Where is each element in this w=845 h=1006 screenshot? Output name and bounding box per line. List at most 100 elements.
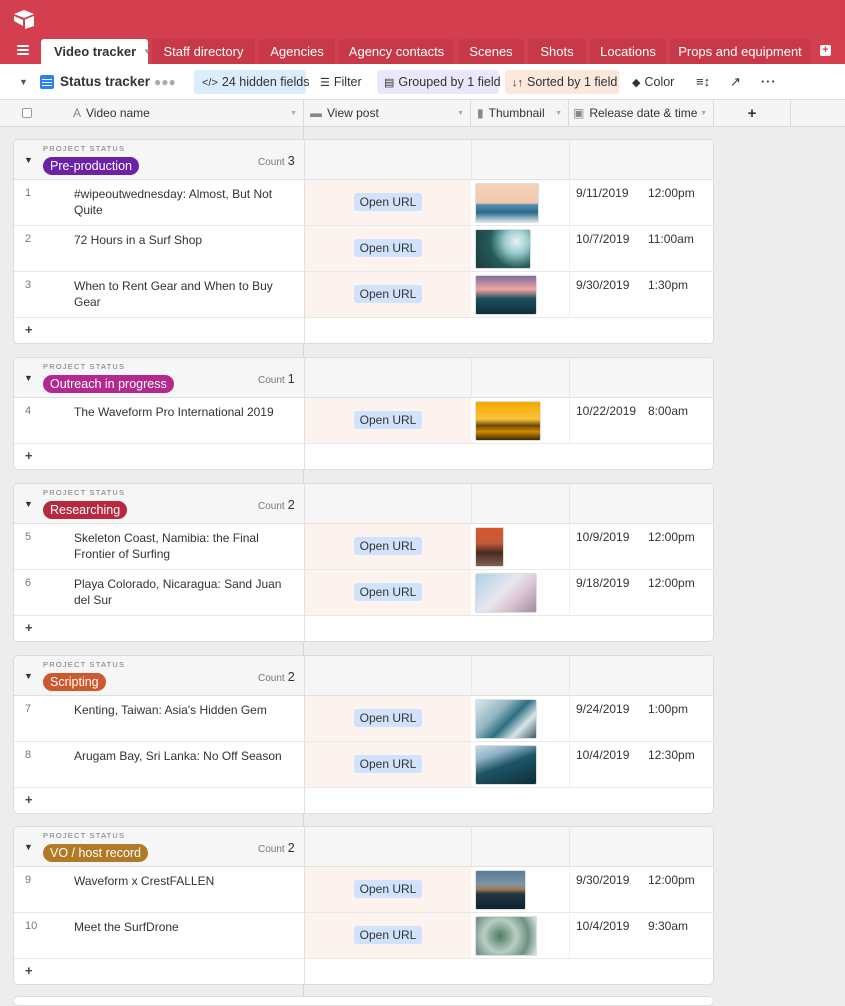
table-row[interactable]: 3 When to Rent Gear and When to Buy Gear… [14, 272, 713, 318]
open-url-button[interactable]: Open URL [354, 755, 422, 773]
thumbnail-image[interactable] [475, 275, 537, 315]
chevron-down-icon[interactable]: ▼ [457, 100, 464, 127]
thumbnail-image[interactable] [475, 527, 504, 567]
release-date: 9/30/2019 [576, 278, 630, 292]
row-height-icon[interactable]: ≡↕ [696, 70, 710, 94]
open-url-button[interactable]: Open URL [354, 537, 422, 555]
group-header: ▼ PROJECT STATUS Outreach in progress Co… [14, 358, 713, 398]
tab-staff-directory[interactable]: Staff directory [152, 39, 255, 64]
video-name-cell[interactable]: 72 Hours in a Surf Shop [74, 232, 298, 248]
row-number: 2 [25, 233, 32, 245]
video-name-cell[interactable]: When to Rent Gear and When to Buy Gear [74, 278, 298, 310]
collapse-group-icon[interactable]: ▼ [24, 671, 33, 681]
color-button[interactable]: ◆ Color [632, 70, 674, 94]
tab-agency-contacts[interactable]: Agency contacts [339, 39, 454, 64]
tab-video-tracker[interactable]: Video tracker ▼ [41, 39, 151, 64]
add-record-button[interactable]: + [25, 792, 33, 807]
collapse-group-icon[interactable]: ▼ [24, 373, 33, 383]
view-name[interactable]: Status tracker [60, 70, 150, 94]
video-name-cell[interactable]: #wipeoutwednesday: Almost, But Not Quite [74, 186, 298, 218]
group-header: ▼ PROJECT STATUS VO / host record Count 2 [14, 827, 713, 867]
table-row[interactable]: 10 Meet the SurfDrone Open URL 10/4/2019… [14, 913, 713, 959]
video-name-cell[interactable]: The Waveform Pro International 2019 [74, 404, 298, 420]
hidden-fields-button[interactable]: </> 24 hidden fields [194, 70, 309, 94]
add-record-button[interactable]: + [25, 963, 33, 978]
table-row[interactable]: 2 72 Hours in a Surf Shop Open URL 10/7/… [14, 226, 713, 272]
filter-button[interactable]: ☰ Filter [320, 70, 362, 94]
tab-shots[interactable]: Shots [528, 39, 586, 64]
sort-button[interactable]: ↓↑ Sorted by 1 field [505, 70, 619, 94]
share-view-icon[interactable]: ↗ [730, 70, 741, 94]
table-row[interactable]: 8 Arugam Bay, Sri Lanka: No Off Season O… [14, 742, 713, 788]
table-row[interactable]: 7 Kenting, Taiwan: Asia's Hidden Gem Ope… [14, 696, 713, 742]
add-table-icon[interactable]: + [820, 45, 831, 56]
video-name-cell[interactable]: Playa Colorado, Nicaragua: Sand Juan del… [74, 576, 298, 608]
view-post-cell: Open URL [304, 524, 471, 569]
video-name-cell[interactable]: Waveform x CrestFALLEN [74, 873, 298, 889]
thumbnail-image[interactable] [475, 870, 526, 910]
release-time: 8:00am [648, 404, 689, 418]
view-post-cell: Open URL [304, 696, 471, 741]
add-record-button[interactable]: + [25, 322, 33, 337]
open-url-button[interactable]: Open URL [354, 285, 422, 303]
group-header: ▼ PROJECT STATUS Pre-production Count 3 [14, 140, 713, 180]
collapse-group-icon[interactable]: ▼ [24, 155, 33, 165]
chevron-down-icon[interactable]: ▼ [290, 100, 297, 127]
add-field-button[interactable]: + [714, 100, 791, 127]
table-row[interactable]: 9 Waveform x CrestFALLEN Open URL 9/30/2… [14, 867, 713, 913]
row-number: 8 [25, 749, 32, 761]
collapse-group-icon[interactable]: ▼ [24, 842, 33, 852]
collaborative-view-icon[interactable]: ●●● [154, 70, 176, 94]
tab-locations[interactable]: Locations [590, 39, 666, 64]
column-release-date[interactable]: ▣ Release date & time ▼ [569, 100, 714, 127]
table-row[interactable]: 4 The Waveform Pro International 2019 Op… [14, 398, 713, 444]
video-name-cell[interactable]: Skeleton Coast, Namibia: the Final Front… [74, 530, 298, 562]
video-name-cell[interactable]: Arugam Bay, Sri Lanka: No Off Season [74, 748, 298, 764]
group-field-label: PROJECT STATUS [43, 660, 126, 669]
thumbnail-image[interactable] [475, 745, 537, 785]
thumbnail-image[interactable] [475, 916, 537, 956]
table-row[interactable]: 5 Skeleton Coast, Namibia: the Final Fro… [14, 524, 713, 570]
add-record-button[interactable]: + [25, 620, 33, 635]
view-post-cell: Open URL [304, 226, 471, 271]
more-options-icon[interactable]: ··· [761, 70, 777, 94]
view-switcher-caret-icon[interactable]: ▼ [19, 70, 28, 94]
menu-icon[interactable] [17, 45, 29, 57]
collapse-group-icon[interactable]: ▼ [24, 499, 33, 509]
open-url-button[interactable]: Open URL [354, 411, 422, 429]
chevron-down-icon[interactable]: ▼ [700, 100, 707, 127]
table-row[interactable]: 6 Playa Colorado, Nicaragua: Sand Juan d… [14, 570, 713, 616]
group-header: ▼ PROJECT STATUS Researching Count 2 [14, 484, 713, 524]
add-record-button[interactable]: + [25, 448, 33, 463]
video-name-cell[interactable]: Kenting, Taiwan: Asia's Hidden Gem [74, 702, 298, 718]
thumbnail-image[interactable] [475, 573, 537, 613]
thumbnail-image[interactable] [475, 183, 539, 223]
open-url-button[interactable]: Open URL [354, 709, 422, 727]
tab-agencies[interactable]: Agencies [259, 39, 335, 64]
open-url-button[interactable]: Open URL [354, 926, 422, 944]
release-time: 12:00pm [648, 186, 695, 200]
release-time: 1:30pm [648, 278, 689, 292]
open-url-button[interactable]: Open URL [354, 880, 422, 898]
table-row[interactable]: 1 #wipeoutwednesday: Almost, But Not Qui… [14, 180, 713, 226]
thumbnail-image[interactable] [475, 401, 541, 441]
open-url-button[interactable]: Open URL [354, 193, 422, 211]
column-thumbnail[interactable]: ▮ Thumbnail ▼ [471, 100, 569, 127]
button-field-icon: ▬ [310, 106, 322, 120]
thumbnail-image[interactable] [475, 699, 537, 739]
open-url-button[interactable]: Open URL [354, 239, 422, 257]
thumbnail-image[interactable] [475, 229, 531, 269]
column-view-post[interactable]: ▬ View post ▼ [304, 100, 471, 127]
tab-scenes[interactable]: Scenes [458, 39, 524, 64]
chevron-down-icon[interactable]: ▼ [555, 100, 562, 127]
open-url-button[interactable]: Open URL [354, 583, 422, 601]
view-post-cell: Open URL [304, 398, 471, 443]
video-name-cell[interactable]: Meet the SurfDrone [74, 919, 298, 935]
status-badge: Researching [43, 501, 128, 519]
record-group [13, 996, 714, 1006]
column-video-name[interactable]: A Video name ▼ [0, 100, 304, 127]
airtable-logo-icon[interactable] [13, 9, 35, 29]
row-number: 9 [25, 874, 32, 886]
group-button[interactable]: ▤ Grouped by 1 field [377, 70, 501, 94]
tab-props-and-equipment[interactable]: Props and equipment [670, 39, 810, 64]
